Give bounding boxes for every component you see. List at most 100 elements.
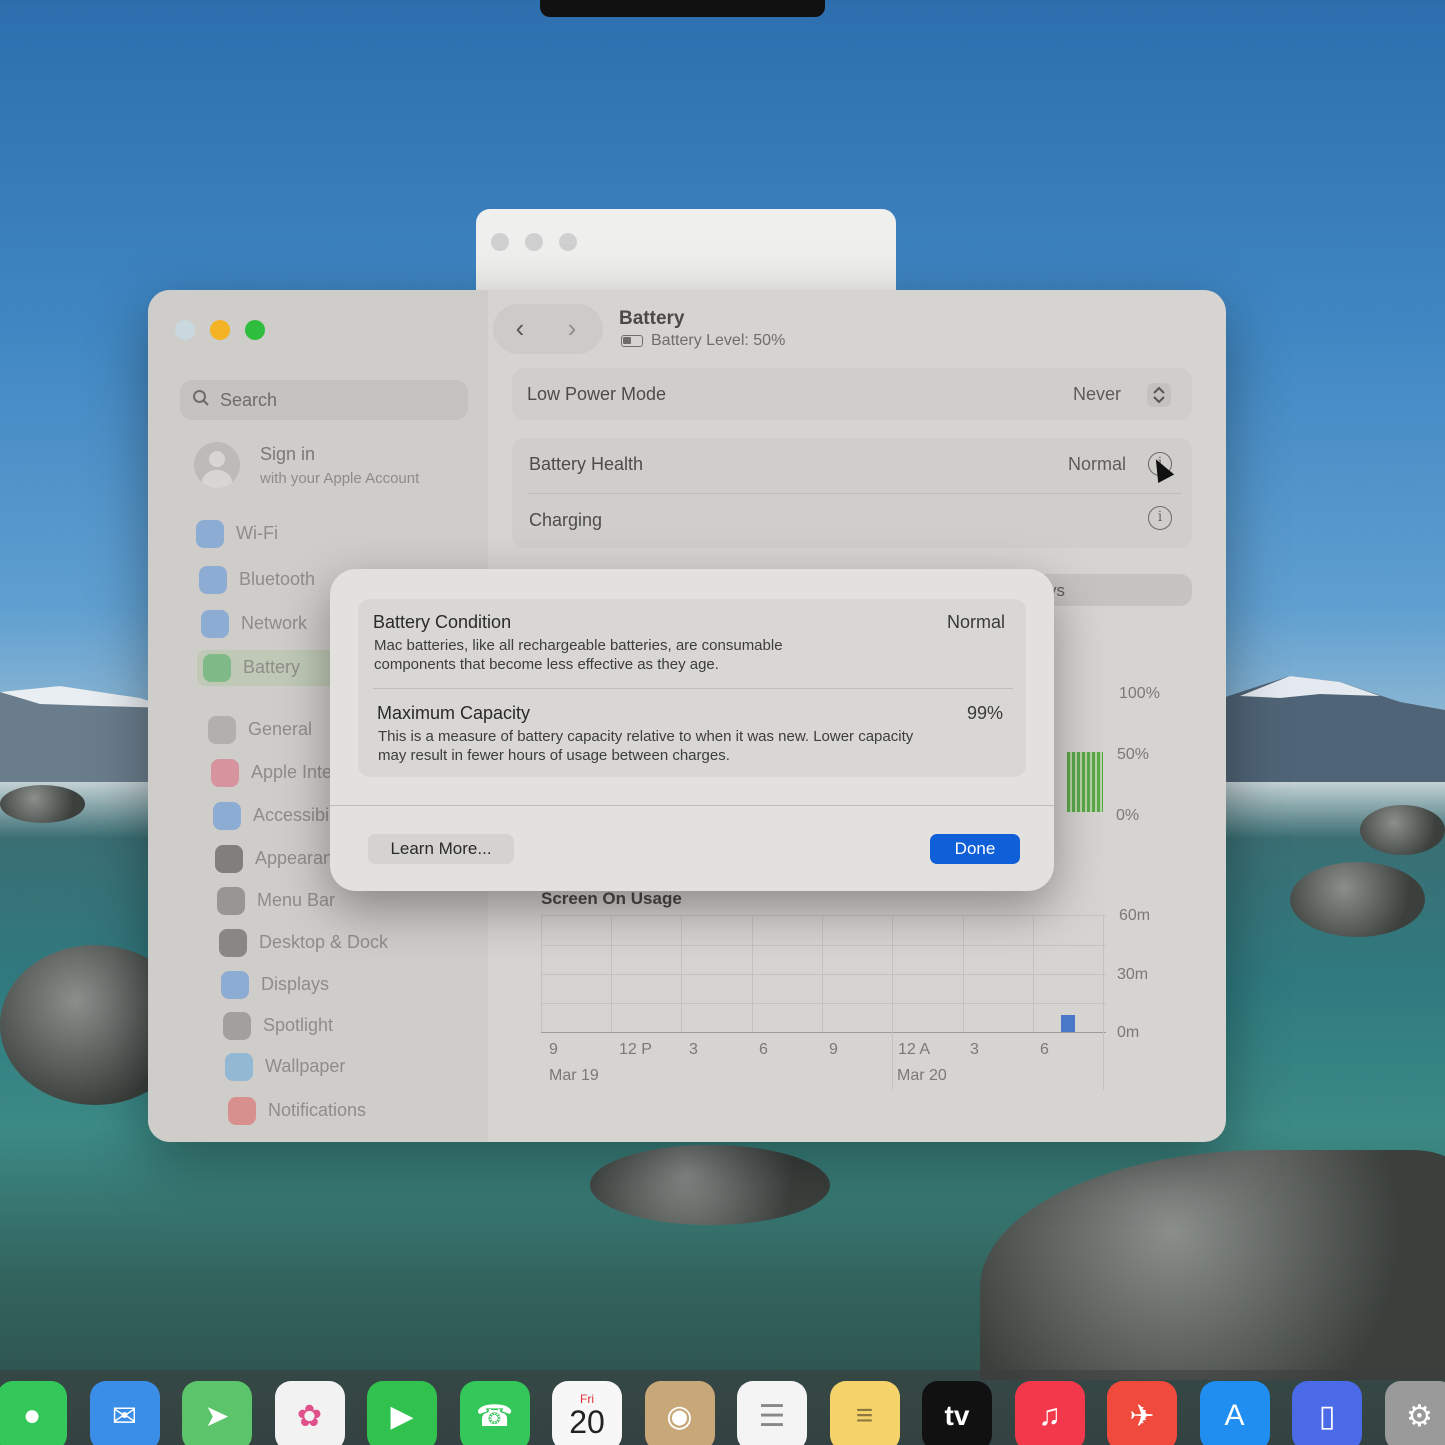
calendar-icon[interactable]: Fri 20 [552, 1381, 622, 1445]
battery-health-label: Battery Health [529, 454, 644, 474]
battery-health-dialog: Battery Condition Normal Mac batteries, … [330, 569, 1054, 891]
battery-level-icon [621, 335, 643, 347]
low-power-mode-row[interactable]: Low Power Mode Never [512, 368, 1192, 420]
apple-account-signin[interactable]: Sign in with your Apple Account [194, 442, 474, 494]
account-subtitle: with your Apple Account [260, 470, 420, 487]
settings-icon[interactable]: ⚙ [1384, 1381, 1445, 1445]
maps-icon[interactable]: ➤ [182, 1381, 252, 1445]
usage-date-label: Mar 20 [897, 1067, 947, 1084]
sidebar-item-label: Menu Bar [257, 890, 336, 910]
minimize-dot[interactable] [525, 233, 543, 251]
music-icon[interactable]: ♫ [1014, 1381, 1085, 1445]
bluetooth-icon [199, 566, 227, 594]
maximum-capacity-label: Maximum Capacity [377, 703, 531, 723]
iphone-mirroring-icon[interactable]: ▯ [1292, 1381, 1362, 1445]
wallpaper-rock [1360, 805, 1445, 855]
sidebar-item-wi-fi[interactable]: Wi-Fi [196, 516, 496, 552]
battery-tick-label: 50% [1117, 746, 1150, 763]
photos-icon[interactable]: ✿ [274, 1381, 345, 1445]
screen-on-usage-chart: 60m 30m 0m 9 12 P 3 6 9 12 A 3 6 Mar 19 Mar 20 [541, 907, 1181, 1090]
phone-icon[interactable]: ☎ [459, 1381, 530, 1445]
usage-x-tick: 3 [689, 1041, 698, 1058]
battery-level-bar [1067, 752, 1103, 812]
battery-tick-label: 0% [1116, 807, 1140, 824]
appearance-icon [215, 845, 243, 873]
search-field[interactable]: Search [180, 380, 468, 420]
battery-condition-description: Mac batteries, like all rechargeable bat… [374, 637, 783, 673]
sidebar-item-notifications[interactable]: Notifications [228, 1093, 528, 1129]
minimize-button[interactable] [210, 320, 230, 340]
avatar [194, 442, 240, 488]
wallpaper-rock [0, 785, 85, 823]
battery-condition-value: Normal [947, 612, 1006, 632]
low-power-mode-label: Low Power Mode [527, 384, 667, 404]
notes-icon[interactable]: ≡ [829, 1381, 900, 1445]
sidebar-item-label: Desktop & Dock [259, 932, 389, 952]
dock-icon [219, 929, 247, 957]
sidebar-item-label: Wi-Fi [236, 523, 278, 543]
search-icon [193, 390, 209, 406]
facetime-icon[interactable]: ▶ [367, 1381, 437, 1445]
battery-level-text: Battery Level: 50% [651, 332, 786, 349]
zoom-button[interactable] [245, 320, 265, 340]
close-button[interactable] [175, 320, 195, 340]
usage-bar [1061, 1015, 1075, 1032]
usage-x-tick: 9 [829, 1041, 838, 1058]
sidebar-item-label: Notifications [268, 1100, 367, 1120]
sun-icon [221, 971, 249, 999]
sidebar-item-label: Wallpaper [265, 1056, 346, 1076]
low-power-mode-value[interactable]: Never [1073, 384, 1121, 405]
contacts-icon[interactable]: ◉ [644, 1381, 715, 1445]
maximum-capacity-value: 99% [967, 703, 1004, 723]
done-button[interactable]: Done [930, 834, 1020, 864]
usage-x-tick: 3 [970, 1041, 979, 1058]
usage-y-tick: 30m [1117, 966, 1149, 983]
health-charging-group: Battery Health Normal i Charging i [512, 438, 1192, 548]
sidebar-item-spotlight[interactable]: Spotlight [223, 1008, 523, 1044]
popup-arrows-icon[interactable] [1146, 382, 1172, 408]
battery-condition-label: Battery Condition [373, 612, 512, 632]
sidebar-item-label: General [248, 719, 313, 739]
camera-notch [540, 0, 825, 17]
sidebar-item-battery[interactable]: Battery [197, 650, 337, 686]
forward-chevron-icon[interactable]: › [557, 314, 587, 344]
reminders-icon[interactable]: ☰ [737, 1381, 807, 1445]
sidebar-item-label: Displays [261, 974, 330, 994]
battery-details-card: Battery Condition Normal Mac batteries, … [358, 599, 1026, 777]
usage-y-tick: 60m [1119, 907, 1151, 924]
mail-icon[interactable]: ✉ [89, 1381, 160, 1445]
rocket-icon[interactable]: ✈ [1107, 1381, 1177, 1445]
wifi-icon [196, 520, 224, 548]
sidebar-item-label: Apple Inte [251, 762, 333, 782]
close-dot[interactable] [491, 233, 509, 251]
messages-icon[interactable]: ● [0, 1381, 67, 1445]
battery-health-value: Normal [1068, 454, 1127, 474]
maximum-capacity-description: This is a measure of battery capacity re… [378, 728, 914, 764]
battery-tick-label: 100% [1119, 685, 1160, 702]
search-placeholder: Search [220, 390, 278, 410]
appstore-icon[interactable]: A [1199, 1381, 1270, 1445]
dock: ● ✉ ➤ ✿ ▶ ☎ Fri 20 ◉ ☰ ≡ tv ♫ ✈ A ▯ ⚙ [0, 1370, 1445, 1445]
charging-info-icon[interactable]: i [1148, 506, 1172, 530]
gear-icon [208, 716, 236, 744]
sidebar-item-desktop-dock[interactable]: Desktop & Dock [219, 925, 519, 961]
usage-x-tick: 6 [1040, 1041, 1049, 1058]
usage-x-tick: 12 A [898, 1041, 931, 1058]
zoom-dot[interactable] [559, 233, 577, 251]
bell-icon [228, 1097, 256, 1125]
accessibility-icon [213, 802, 241, 830]
wallpaper-rock [590, 1145, 830, 1225]
sidebar-item-label: Bluetooth [239, 569, 316, 589]
sidebar-item-wallpaper[interactable]: Wallpaper [225, 1049, 525, 1085]
learn-more-button[interactable]: Learn More... [368, 834, 514, 864]
account-title: Sign in [260, 444, 316, 464]
back-chevron-icon[interactable]: ‹ [505, 314, 535, 344]
sidebar-item-label: Accessibil [253, 805, 334, 825]
sidebar-item-displays[interactable]: Displays [221, 967, 521, 1003]
tv-label: tv [944, 1400, 970, 1431]
menubar-icon [217, 887, 245, 915]
usage-y-tick: 0m [1117, 1024, 1140, 1041]
sparkle-icon [211, 759, 239, 787]
wallpaper-rock [1290, 862, 1425, 937]
tv-icon[interactable]: tv [922, 1381, 992, 1445]
